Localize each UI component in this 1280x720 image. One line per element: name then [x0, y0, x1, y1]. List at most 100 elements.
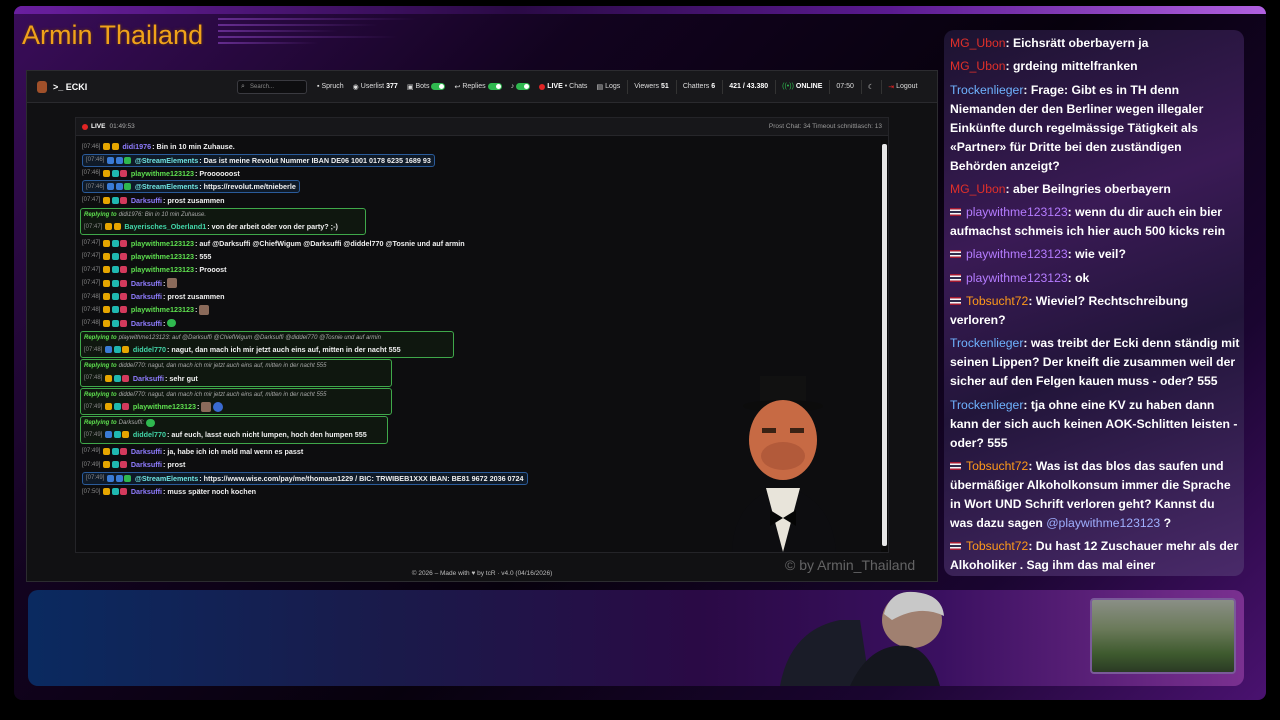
- username[interactable]: Darksuffi: [131, 447, 162, 456]
- username[interactable]: Bayerisches_Oberland1: [124, 222, 206, 231]
- timestamp: [07:49]: [84, 431, 103, 438]
- username[interactable]: diddel770: [133, 345, 166, 354]
- search-placeholder: Search...: [250, 83, 275, 90]
- userlist-button[interactable]: ◉ Userlist 377: [349, 81, 402, 93]
- replies-toggle[interactable]: ↩ Replies: [450, 81, 505, 93]
- user-icon: ◉: [352, 83, 359, 91]
- chat-message: [07:46] playwithme123123: Proooooost: [80, 167, 880, 180]
- chat-message: [07:49] diddel770: auf euch, lasst euch n…: [84, 428, 384, 441]
- reply-message-box: Replying to didi1976: Bin in 10 min Zuhau…: [80, 207, 366, 236]
- timestamp: [07:47]: [84, 223, 103, 230]
- overlay-message-list: MG_Ubon: Eichsrätt oberbayern ja MG_Ubon…: [950, 34, 1240, 576]
- message-text: : Bin in 10 min Zuhause.: [152, 142, 235, 152]
- reply-message-box: Replying to Darksuffi: [07:49] diddel770: …: [80, 416, 388, 444]
- stream-duration: 01:49:53: [109, 123, 135, 130]
- username[interactable]: playwithme123123: [133, 402, 196, 411]
- timestamp: [07:49]: [82, 461, 101, 468]
- replies-switch[interactable]: [487, 83, 502, 90]
- username[interactable]: playwithme123123: [131, 169, 194, 178]
- moderator-badge-icon: [105, 431, 113, 439]
- overlay-text: : ok: [1067, 270, 1090, 285]
- search-input[interactable]: ⌕ Search...: [237, 79, 307, 94]
- bots-label: Bots: [415, 83, 430, 90]
- username[interactable]: Darksuffi: [131, 460, 162, 469]
- theme-toggle[interactable]: ☾: [864, 81, 878, 93]
- bots-toggle[interactable]: ▣ Bots: [403, 81, 450, 93]
- flag-badge-icon: [120, 169, 128, 177]
- timestamp: [07:46]: [82, 143, 101, 150]
- sound-switch[interactable]: [516, 83, 531, 90]
- timestamp: [07:46]: [86, 183, 105, 190]
- sound-toggle[interactable]: ♪: [507, 81, 535, 92]
- timestamp: [07:48]: [84, 375, 103, 382]
- subscriber-badge-icon: [113, 346, 121, 354]
- overlay-text: : Eichsrätt oberbayern ja: [1005, 36, 1149, 50]
- subscriber-badge-icon: [111, 169, 119, 177]
- logout-button[interactable]: ⇥ Logout: [884, 81, 921, 93]
- username[interactable]: @StreamElements: [135, 182, 198, 191]
- timestamp: [07:50]: [82, 488, 101, 495]
- scrollbar-thumb[interactable]: [882, 144, 887, 546]
- subscriber-badge-icon: [111, 252, 119, 260]
- crown-badge-icon: [103, 196, 111, 204]
- overlay-message: playwithme123123: wenn du dir auch ein b…: [950, 203, 1240, 241]
- chat-message: [07:48] Darksuffi: sehr gut: [84, 371, 388, 384]
- username[interactable]: Darksuffi: [131, 319, 162, 328]
- moderator-badge-icon: [115, 156, 123, 164]
- username[interactable]: Darksuffi: [131, 279, 162, 288]
- timestamp: [07:48]: [82, 306, 101, 313]
- chat-stats: Prost Chat: 34 Timeout schnittlasch: 13: [768, 123, 882, 130]
- chat-emote-icon: [146, 419, 156, 428]
- username[interactable]: Darksuffi: [131, 292, 162, 301]
- beer-emote-icon: [201, 401, 212, 412]
- replies-label: Replies: [462, 83, 486, 90]
- username[interactable]: didi1976: [122, 142, 151, 151]
- thai-flag-icon: [950, 542, 961, 551]
- reply-message-box: Replying to playwithme123123: auf @Darksu…: [80, 331, 454, 359]
- username[interactable]: Darksuffi: [133, 374, 164, 383]
- message-text: : auf euch, lasst euch nicht lumpen, hoc…: [167, 430, 367, 440]
- live-chats-button[interactable]: LIVE • Chats: [535, 81, 591, 92]
- overlay-message: Tobsucht72: Du hast 12 Zuschauer mehr al…: [950, 537, 1240, 575]
- subscriber-badge-icon: [113, 374, 121, 382]
- chat-message: [07:46] didi1976: Bin in 10 min Zuhause.: [80, 140, 880, 153]
- logs-button[interactable]: ▤ Logs: [592, 81, 624, 93]
- username[interactable]: Darksuffi: [131, 487, 162, 496]
- app-logo[interactable]: >_ ECKI: [37, 80, 237, 93]
- username[interactable]: Darksuffi: [131, 196, 162, 205]
- username[interactable]: playwithme123123: [131, 305, 194, 314]
- username[interactable]: playwithme123123: [131, 252, 194, 261]
- reply-context: Replying to playwithme123123: auf @Darksu…: [84, 333, 450, 343]
- username[interactable]: @StreamElements: [135, 156, 198, 165]
- crown-badge-icon: [105, 403, 113, 411]
- timestamp: [07:48]: [84, 346, 103, 353]
- username[interactable]: @StreamElements: [135, 474, 198, 483]
- webcam-person: [780, 591, 944, 686]
- spruch-button[interactable]: ▪ Spruch: [313, 81, 348, 92]
- username[interactable]: playwithme123123: [131, 265, 194, 274]
- message-text: : prost zusammen: [163, 195, 225, 205]
- bots-switch[interactable]: [431, 83, 446, 90]
- watermark: © by Armin_Thailand: [785, 557, 916, 573]
- message-text: : von der arbeit oder von der party? ;-): [207, 222, 338, 232]
- flag-badge-icon: [120, 196, 128, 204]
- timestamp: [07:46]: [82, 170, 101, 177]
- subscriber-badge-icon: [111, 488, 119, 495]
- moderator-badge-icon: [105, 346, 113, 354]
- stream-status-bar: LIVE 01:49:53 Prost Chat: 34 Timeout sch…: [76, 118, 888, 136]
- online-label: ONLINE: [795, 83, 823, 90]
- crown-badge-icon: [103, 252, 111, 260]
- live-label: LIVE: [547, 83, 563, 90]
- username[interactable]: playwithme123123: [131, 239, 194, 248]
- flag-badge-icon: [120, 306, 128, 314]
- channel-title: ECKI: [65, 81, 88, 92]
- crown-badge-icon: [103, 306, 111, 314]
- brand-title: Armin Thailand: [22, 20, 204, 50]
- username[interactable]: diddel770: [133, 430, 166, 439]
- chat-scrollbar[interactable]: [881, 140, 888, 552]
- overlay-text: : aber Beilngries oberbayern: [1005, 181, 1171, 196]
- message-text: : auf @Darksuffi @ChiefWigum @Darksuffi …: [195, 238, 465, 248]
- message-text: :: [163, 278, 166, 288]
- live-dot-icon: [539, 83, 546, 90]
- chat-message: [07:47] playwithme123123: Prooost: [80, 263, 880, 276]
